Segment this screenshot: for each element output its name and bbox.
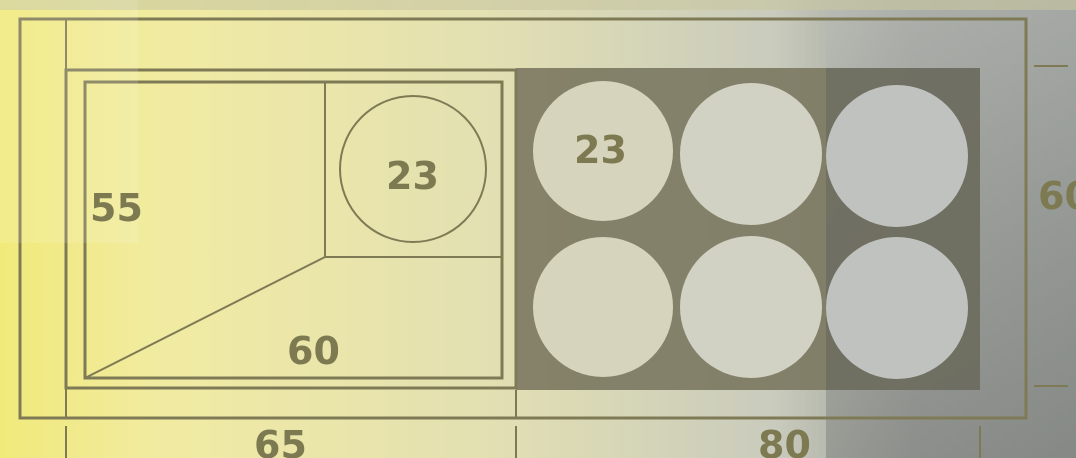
bottom-left-dimension: 65	[254, 423, 307, 458]
circle-bottom-1	[533, 237, 673, 377]
circle-diameter-label: 23	[574, 128, 627, 172]
circle-top-3	[826, 85, 968, 227]
circle-bottom-2	[680, 236, 822, 378]
circle-top-2	[680, 83, 822, 225]
top-light-band	[0, 0, 1076, 10]
depth-label: 55	[90, 186, 143, 230]
small-circle-label: 23	[386, 154, 439, 198]
basin-width-label: 60	[287, 329, 340, 373]
right-height-dimension: 60	[1038, 174, 1076, 218]
bottom-right-dimension: 80	[758, 423, 811, 458]
kitchen-sink-diagram: 55 23 60 23 65 80 60	[0, 0, 1076, 458]
circle-bottom-3	[826, 237, 968, 379]
